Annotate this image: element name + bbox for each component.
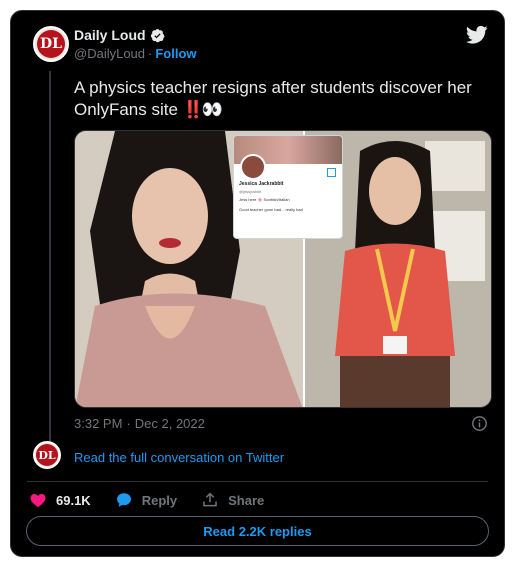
reply-action[interactable]: Reply bbox=[115, 491, 177, 509]
author-handle[interactable]: @DailyLoud bbox=[74, 46, 145, 61]
tweet-actions-bar: 69.1K Reply Share bbox=[29, 489, 288, 511]
inset-avatar bbox=[240, 154, 266, 180]
read-replies-button[interactable]: Read 2.2K replies bbox=[26, 516, 489, 546]
actions-separator bbox=[27, 481, 488, 482]
likes-count[interactable]: 69.1K bbox=[56, 493, 91, 508]
avatar-logo-badge: DL bbox=[37, 30, 65, 58]
like-action[interactable]: 69.1K bbox=[29, 491, 91, 509]
handle-separator: · bbox=[148, 46, 153, 61]
tweet-text-body: A physics teacher resigns after students… bbox=[74, 78, 472, 119]
tweet-time[interactable]: 3:32 PM bbox=[74, 416, 122, 431]
info-icon[interactable] bbox=[471, 415, 488, 432]
avatar-logo-text: DL bbox=[40, 36, 62, 52]
inset-profile-card: Jessica Jackrabbit @jessjrabbit Jess her… bbox=[233, 135, 343, 239]
reply-label[interactable]: Reply bbox=[142, 493, 177, 508]
share-action[interactable]: Share bbox=[201, 491, 264, 509]
read-conversation-link[interactable]: Read the full conversation on Twitter bbox=[74, 450, 284, 465]
eyes-emoji: 👀 bbox=[201, 100, 224, 119]
tweet-timestamp[interactable]: 3:32 PM · Dec 2, 2022 bbox=[74, 416, 205, 431]
share-label[interactable]: Share bbox=[228, 493, 264, 508]
follow-button[interactable]: Follow bbox=[155, 46, 196, 61]
inset-profile-name: Jessica Jackrabbit bbox=[239, 181, 284, 187]
tweet-media[interactable]: Jessica Jackrabbit @jessjrabbit Jess her… bbox=[74, 130, 492, 408]
author-handle-row: @DailyLoud · Follow bbox=[74, 46, 197, 61]
inset-profile-bio-2: Good teacher gone bad... really bad bbox=[239, 207, 303, 212]
conversation-avatar[interactable]: DL bbox=[33, 441, 61, 469]
author-display-name[interactable]: Daily Loud bbox=[74, 27, 146, 43]
timestamp-separator: · bbox=[126, 416, 131, 431]
conversation-avatar-logo: DL bbox=[38, 448, 56, 462]
inset-profile-bio-1: Jess here 🌸 Scottish/Italian bbox=[239, 197, 290, 202]
tweet-text: A physics teacher resigns after students… bbox=[74, 77, 499, 121]
tweet-card: DL Daily Loud @DailyLoud · Follow A phys… bbox=[10, 10, 505, 557]
double-exclamation-emoji: ‼️ bbox=[182, 100, 204, 119]
media-photo-right[interactable]: Jessica Jackrabbit @jessjrabbit Jess her… bbox=[233, 131, 491, 407]
twitter-bird-icon[interactable] bbox=[466, 25, 488, 45]
author-avatar[interactable]: DL bbox=[33, 26, 69, 62]
share-upload-icon[interactable] bbox=[201, 491, 219, 509]
author-name-row[interactable]: Daily Loud bbox=[74, 27, 165, 43]
verified-badge-icon bbox=[150, 28, 165, 42]
heart-icon[interactable] bbox=[29, 491, 47, 509]
inset-profile-handle: @jessjrabbit bbox=[239, 189, 262, 194]
conversation-avatar-badge: DL bbox=[36, 444, 58, 466]
reply-bubble-icon[interactable] bbox=[115, 491, 133, 509]
thread-line bbox=[49, 71, 51, 445]
tweet-date[interactable]: Dec 2, 2022 bbox=[135, 416, 205, 431]
inset-external-link-icon bbox=[327, 168, 336, 177]
